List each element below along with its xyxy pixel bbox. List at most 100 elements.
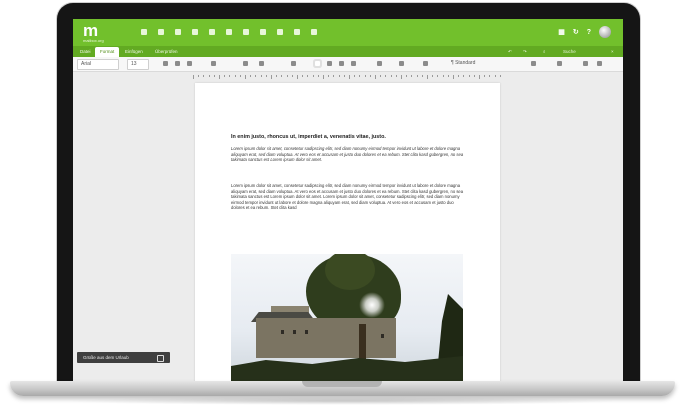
ruler-tick (323, 75, 324, 79)
ruler-tick (328, 75, 330, 77)
refresh-icon[interactable]: ↻ (573, 28, 579, 36)
paragraph-color-icon[interactable] (399, 61, 404, 66)
spreadsheet-icon[interactable] (260, 29, 266, 35)
align-justify-icon[interactable] (351, 61, 356, 66)
document-icon[interactable] (157, 355, 164, 362)
top-navigation-bar: m mailbox.org ▦ ↻ ? (73, 19, 623, 46)
cloud-icon[interactable] (209, 29, 215, 35)
tasks-icon[interactable] (226, 29, 232, 35)
sun-flare (359, 292, 385, 318)
ruler-tick (385, 75, 387, 77)
document-icon[interactable] (243, 29, 249, 35)
line-spacing-icon[interactable] (377, 61, 382, 66)
ruler-tick (255, 75, 257, 77)
file-name-chip[interactable]: Grüße aus dem Urlaub (77, 352, 170, 363)
ruler-tick (265, 75, 267, 77)
align-left-icon[interactable] (315, 61, 320, 66)
ruler-tick (406, 75, 408, 77)
horizontal-ruler[interactable] (193, 74, 502, 80)
contacts-icon[interactable] (175, 29, 181, 35)
drive-icon[interactable] (192, 29, 198, 35)
underline-icon[interactable] (187, 61, 192, 66)
tab-format[interactable]: Format (95, 47, 120, 57)
ruler-tick (286, 75, 288, 77)
ruler-tick (427, 75, 428, 79)
settings-icon[interactable] (311, 29, 317, 35)
help-icon[interactable]: ? (587, 29, 591, 36)
ruler-tick (416, 75, 418, 77)
ruler-tick (494, 75, 496, 77)
ruler-tick (468, 75, 470, 77)
outdent-icon[interactable] (583, 61, 588, 66)
ruler-tick (369, 75, 371, 77)
tree-trunk (359, 324, 366, 364)
text-color-icon[interactable] (243, 61, 248, 66)
calendar-icon[interactable] (158, 29, 164, 35)
ruler-tick (307, 75, 309, 77)
ruler-tick (317, 75, 319, 77)
close-icon[interactable]: × (611, 47, 614, 57)
align-right-icon[interactable] (339, 61, 344, 66)
tab-einfuegen[interactable]: Einfügen (120, 47, 148, 57)
ruler-tick (239, 75, 241, 77)
app-launcher-icons (141, 29, 317, 35)
castle-building (256, 318, 396, 358)
top-right-controls: ▦ ↻ ? (558, 26, 611, 38)
ruler-tick (401, 75, 402, 79)
mailbox-logo[interactable]: m mailbox.org (83, 21, 115, 43)
search-icon[interactable]: ⌕ (543, 47, 546, 57)
document-page[interactable]: In enim justo, rhoncus ut, imperdiet a, … (195, 83, 500, 381)
italic-icon[interactable] (175, 61, 180, 66)
castle-window (305, 330, 308, 334)
ruler-tick (234, 75, 236, 77)
ruler-tick (432, 75, 434, 77)
ruler-tick (442, 75, 444, 77)
numbered-list-icon[interactable] (557, 61, 562, 66)
ruler-tick (453, 75, 454, 79)
paragraph-style-label: Standard (455, 60, 476, 66)
align-center-icon[interactable] (327, 61, 332, 66)
ruler-tick (193, 75, 194, 79)
font-family-select[interactable]: Arial (77, 59, 119, 70)
ruler-tick (375, 75, 376, 79)
document-paragraph: Lorem ipsum dolor sit amet, consetetur s… (231, 183, 464, 210)
presentation-icon[interactable] (277, 29, 283, 35)
ruler-tick (276, 75, 278, 77)
edit-icon[interactable] (294, 29, 300, 35)
insert-image-icon[interactable] (291, 61, 296, 66)
tab-ueberpruefen[interactable]: Überprüfen (150, 47, 183, 57)
bold-icon[interactable] (163, 61, 168, 66)
laptop-shadow (60, 397, 625, 405)
ruler-tick (297, 75, 298, 79)
font-size-select[interactable]: 13 (127, 59, 149, 70)
castle-window (293, 330, 296, 334)
castle-window (281, 330, 284, 334)
ruler-tick (312, 75, 314, 77)
grid-icon[interactable]: ▦ (558, 28, 565, 36)
undo-icon[interactable]: ↶ (508, 47, 512, 57)
avatar[interactable] (599, 26, 611, 38)
ruler-tick (291, 75, 293, 77)
logo-mark: m (83, 21, 99, 40)
ruler-tick (219, 75, 220, 79)
app-screen: m mailbox.org ▦ ↻ ? Datei Format Einfüge… (73, 19, 623, 381)
borders-icon[interactable] (423, 61, 428, 66)
bullet-list-icon[interactable] (531, 61, 536, 66)
ruler-tick (395, 75, 397, 77)
indent-icon[interactable] (597, 61, 602, 66)
castle-photo[interactable] (231, 254, 463, 381)
castle-window (381, 334, 384, 338)
ruler-tick (458, 75, 460, 77)
ruler-tick (343, 75, 345, 77)
ruler-tick (203, 75, 205, 77)
mail-icon[interactable] (141, 29, 147, 35)
highlight-icon[interactable] (259, 61, 264, 66)
strikethrough-icon[interactable] (211, 61, 216, 66)
laptop-notch (302, 381, 382, 387)
redo-icon[interactable]: ↷ (523, 47, 527, 57)
ruler-tick (364, 75, 366, 77)
paragraph-style-select[interactable]: ¶ Standard (451, 59, 511, 68)
tab-datei[interactable]: Datei (75, 47, 96, 57)
search-label[interactable]: Suche (563, 47, 576, 57)
ruler-tick (421, 75, 423, 77)
